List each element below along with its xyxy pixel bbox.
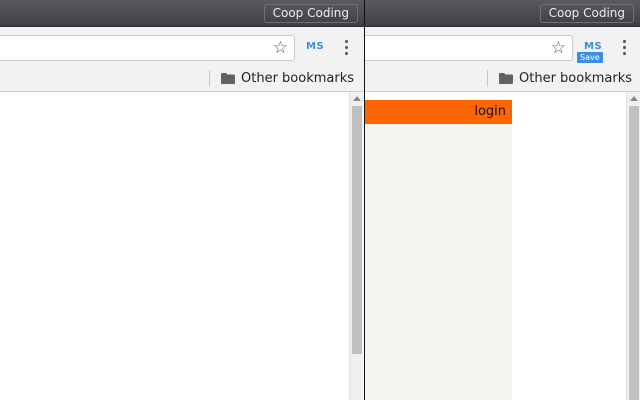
menu-dots-icon[interactable] xyxy=(623,40,627,56)
scroll-up-icon[interactable] xyxy=(630,96,638,101)
app-panel: login xyxy=(365,100,512,400)
profile-button[interactable]: Coop Coding xyxy=(539,4,634,23)
scroll-up-icon[interactable] xyxy=(353,96,361,101)
star-icon[interactable]: ☆ xyxy=(551,38,566,58)
bookmarks-bar: Other bookmarks xyxy=(365,65,640,92)
star-icon[interactable]: ☆ xyxy=(273,38,288,58)
browser-toolbar: ☆ MS Save xyxy=(365,27,640,65)
address-bar[interactable]: ☆ xyxy=(0,35,295,61)
extension-button[interactable]: MS xyxy=(584,41,602,52)
page-content xyxy=(0,92,364,400)
other-bookmarks-button[interactable]: Other bookmarks xyxy=(221,69,354,88)
bookmarks-bar: Other bookmarks xyxy=(0,65,364,92)
address-bar[interactable]: ☆ xyxy=(365,35,573,61)
header-bar: login xyxy=(365,100,512,124)
title-bar: Coop Coding xyxy=(0,0,364,27)
folder-icon xyxy=(499,73,513,84)
vertical-scrollbar[interactable] xyxy=(349,92,363,400)
right-browser-window: Coop Coding ☆ MS Save Other bookmarks lo… xyxy=(365,0,640,400)
scroll-thumb[interactable] xyxy=(352,106,362,354)
other-bookmarks-label: Other bookmarks xyxy=(241,71,355,86)
menu-dots-icon[interactable] xyxy=(345,40,349,56)
profile-button[interactable]: Coop Coding xyxy=(263,4,358,23)
title-bar: Coop Coding xyxy=(365,0,640,27)
scroll-thumb[interactable] xyxy=(629,106,639,400)
extension-button[interactable]: MS xyxy=(306,41,324,52)
bookmarks-separator xyxy=(487,70,488,87)
other-bookmarks-label: Other bookmarks xyxy=(519,71,633,86)
page-content: login xyxy=(365,92,640,400)
bookmarks-separator xyxy=(209,70,210,87)
extension-save-badge: Save xyxy=(577,52,603,63)
browser-toolbar: ☆ MS xyxy=(0,27,364,65)
other-bookmarks-button[interactable]: Other bookmarks xyxy=(499,69,632,88)
folder-icon xyxy=(221,73,235,84)
login-link[interactable]: login xyxy=(474,104,506,119)
left-browser-window: Coop Coding ☆ MS Other bookmarks xyxy=(0,0,364,400)
vertical-scrollbar[interactable] xyxy=(626,92,640,400)
